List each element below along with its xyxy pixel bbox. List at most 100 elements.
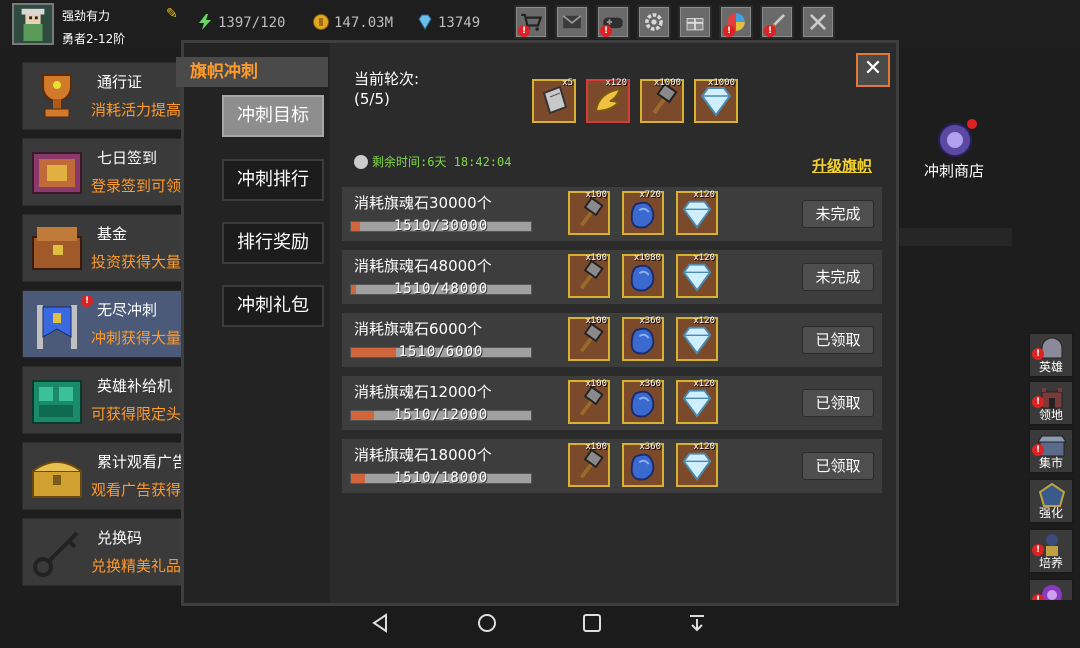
sprint-shop-icon[interactable] [932,118,978,162]
list-item-desc: 可获得限定头 [91,405,182,423]
side-button-train[interactable]: ! 培养 [1028,528,1074,574]
task-title: 消耗旗魂石30000个 [354,194,492,212]
side-button-label: 英雄 [1038,360,1063,374]
gift-button[interactable] [678,5,712,39]
list-item-title: 兑换码 [97,529,143,547]
task-reward[interactable]: x120 [676,253,718,298]
task-reward[interactable]: x100 [568,442,610,487]
side-button-hero[interactable]: ! 英雄 [1028,332,1074,378]
recents-icon[interactable] [581,612,603,634]
trophy-icon [42,74,72,118]
round-reward[interactable]: x1000 [640,78,684,123]
list-item-title: 英雄补给机 [97,377,173,395]
notification-badge: ! [518,25,530,37]
list-item-desc: 登录签到可领 [91,177,182,195]
reward-quantity: x120 [693,253,715,263]
controller-button[interactable]: ! [596,5,630,39]
progress-text: 1510/12000 [393,407,489,423]
gem-icon [416,13,434,31]
reward-quantity: x100 [585,190,607,200]
task-reward[interactable]: x120 [676,316,718,361]
close-button[interactable]: ✕ [856,53,890,87]
reward-quantity: x360 [639,442,661,452]
progress-text: 1510/30000 [393,218,489,234]
mail-icon [562,15,582,29]
task-status-button[interactable]: 已领取 [802,326,874,354]
reward-quantity: x1000 [707,78,735,88]
round-reward[interactable]: x5 [532,78,576,123]
diamond-icon [682,326,712,355]
hammer-icon [579,449,604,479]
back-icon[interactable] [370,612,392,634]
list-item-active[interactable]: ! 无尽冲刺 冲刺获得大量 [22,290,184,358]
edit-name-icon[interactable]: ✎ [166,6,182,22]
remaining-time: 剩余时间:6天 18:42:04 [354,153,511,170]
sprint-shop-label[interactable]: 冲刺商店 [924,160,984,181]
task-reward[interactable]: x360 [622,379,664,424]
reward-quantity: x120 [693,316,715,326]
reward-quantity: x120 [605,78,627,88]
task-status-button[interactable]: 未完成 [802,263,874,291]
task-reward[interactable]: x360 [622,316,664,361]
hammer-icon [579,260,604,290]
hammer-icon [579,386,604,416]
energy-icon [196,13,214,31]
list-item[interactable]: 通行证 消耗活力提高 [22,62,184,130]
crossed-swords-icon [810,14,826,30]
list-item[interactable]: 兑换码 兑换精美礼品 [22,518,184,586]
task-title: 消耗旗魂石12000个 [354,383,492,401]
task-reward[interactable]: x720 [622,190,664,235]
reward-quantity: x100 [585,253,607,263]
task-reward[interactable]: x120 [676,190,718,235]
round-reward[interactable]: x1000 [694,78,738,123]
task-reward[interactable]: x1080 [622,253,664,298]
task-reward[interactable]: x100 [568,253,610,298]
task-status-button[interactable]: 已领取 [802,452,874,480]
task-reward[interactable]: x100 [568,316,610,361]
side-button-enhance[interactable]: 强化 [1028,478,1074,524]
gear-icon [645,13,663,31]
reward-quantity: x100 [585,442,607,452]
reward-quantity: x360 [639,316,661,326]
home-icon[interactable] [476,612,498,634]
gold-resource: 147.03M [312,12,393,34]
settings-button[interactable] [637,5,671,39]
list-item[interactable]: 累计观看广告 观看广告获得 [22,442,187,510]
reward-quantity: x120 [693,190,715,200]
sword-button[interactable]: ! [760,5,794,39]
tab-sprint-packs[interactable]: 冲刺礼包 [222,285,324,327]
list-item[interactable]: 七日签到 登录签到可领 [22,138,184,206]
task-reward[interactable]: x100 [568,379,610,424]
task-row: 消耗旗魂石18000个 1510/18000 x100 x360 x120 已领取 [342,439,882,493]
remaining-time-text: 剩余时间:6天 18:42:04 [372,155,512,169]
list-item-title: 通行证 [97,73,143,91]
task-reward[interactable]: x120 [676,442,718,487]
avatar[interactable] [12,3,54,45]
list-item-desc: 冲刺获得大量 [91,329,182,347]
wheel-button[interactable]: ! [719,5,753,39]
task-reward[interactable]: x120 [676,379,718,424]
task-row: 消耗旗魂石6000个 1510/6000 x100 x360 x120 已领取 [342,313,882,367]
task-reward[interactable]: x360 [622,442,664,487]
notification-pull-icon[interactable] [686,612,708,634]
mail-button[interactable] [555,5,589,39]
gem-resource: 13749 [416,12,480,34]
task-status-button[interactable]: 已领取 [802,389,874,417]
list-item-title: 无尽冲刺 [97,301,158,319]
task-reward[interactable]: x100 [568,190,610,235]
side-button-market[interactable]: ! 集市 [1028,428,1074,474]
side-button-territory[interactable]: ! 领地 [1028,380,1074,426]
list-item-desc: 观看广告获得 [91,481,182,499]
task-status-button[interactable]: 未完成 [802,200,874,228]
shop-cart-button[interactable]: ! [514,5,548,39]
tab-sprint-ranking[interactable]: 冲刺排行 [222,159,324,201]
tab-sprint-goals[interactable]: 冲刺目标 [222,95,324,137]
list-item[interactable]: 英雄补给机 可获得限定头 [22,366,184,434]
battle-button[interactable] [801,5,835,39]
current-round: 当前轮次: (5/5) [354,69,419,109]
upgrade-flag-link[interactable]: 升级旗帜 [812,155,872,176]
tab-ranking-rewards[interactable]: 排行奖励 [222,222,324,264]
round-reward[interactable]: x120 [586,78,630,123]
banner-icon [37,305,77,349]
list-item[interactable]: 基金 投资获得大量 [22,214,184,282]
